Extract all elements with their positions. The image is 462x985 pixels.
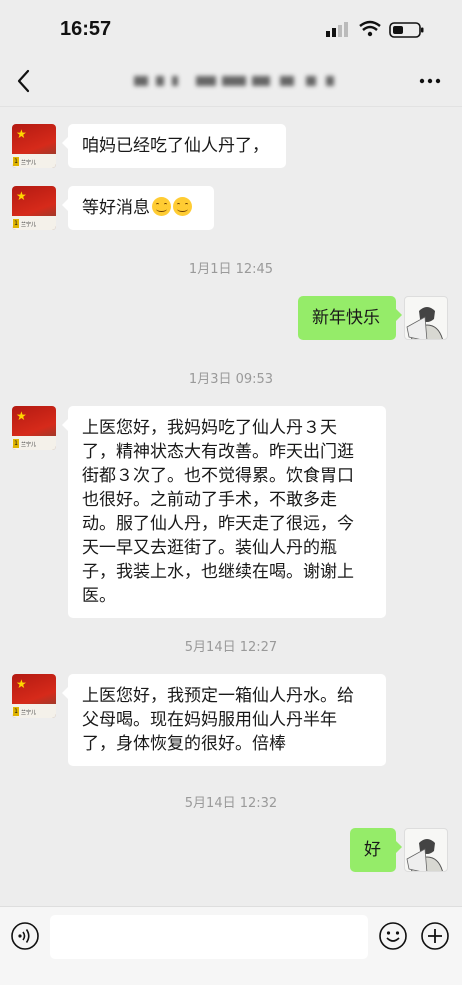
sketch-portrait-icon [406, 307, 443, 339]
sketch-portrait-icon [406, 839, 443, 871]
message-bubble-incoming[interactable]: 上医您好，我妈妈吃了仙人丹３天 了，精神状态大有改善。昨天出门逛 街都３次了。也… [62, 406, 386, 618]
plus-circle-icon[interactable] [420, 921, 450, 951]
contact-avatar[interactable]: ★ 1 兰宁儿 [12, 406, 56, 450]
message-timestamp: 5月14日 12:32 [184, 796, 278, 811]
message-bubble-incoming[interactable]: 等好消息 [62, 186, 214, 230]
chat-title-obscured [130, 70, 350, 90]
voice-icon[interactable] [10, 921, 40, 951]
more-dots-icon[interactable] [418, 70, 442, 92]
nav-bar [0, 56, 462, 107]
status-bar: 16:57 [0, 0, 462, 56]
user-avatar[interactable] [404, 296, 448, 340]
signal-wifi-battery-icon [326, 20, 424, 38]
contact-avatar[interactable]: ★ 1 兰宁儿 [12, 124, 56, 168]
message-input[interactable] [50, 915, 368, 959]
chat-message-list[interactable]: ★ 1 兰宁儿 咱妈已经吃了仙人丹了， ★ 1 兰宁儿 等好消息 1月1日 12… [0, 106, 462, 906]
star-icon: ★ [16, 127, 27, 141]
contact-avatar[interactable]: ★ 1 兰宁儿 [12, 186, 56, 230]
message-bubble-outgoing[interactable]: 新年快乐 [298, 296, 402, 340]
message-bubble-incoming[interactable]: 咱妈已经吃了仙人丹了， [62, 124, 286, 168]
star-icon: ★ [16, 189, 27, 203]
user-avatar[interactable] [404, 828, 448, 872]
message-timestamp: 1月1日 12:45 [188, 262, 274, 277]
emoji-icon[interactable] [378, 921, 408, 951]
contact-avatar[interactable]: ★ 1 兰宁儿 [12, 674, 56, 718]
status-time: 16:57 [60, 18, 112, 40]
star-icon: ★ [16, 409, 27, 423]
status-icons [326, 20, 432, 40]
smile-emoji-icon [152, 197, 171, 216]
chevron-left-icon[interactable] [14, 68, 34, 94]
message-bubble-outgoing[interactable]: 好 [350, 828, 402, 872]
star-icon: ★ [16, 677, 27, 691]
smile-emoji-icon [173, 197, 192, 216]
input-bar [0, 906, 462, 985]
message-timestamp: 5月14日 12:27 [184, 640, 278, 655]
message-timestamp: 1月3日 09:53 [188, 372, 274, 387]
message-bubble-incoming[interactable]: 上医您好，我预定一箱仙人丹水。给 父母喝。现在妈妈服用仙人丹半年 了，身体恢复的… [62, 674, 386, 766]
